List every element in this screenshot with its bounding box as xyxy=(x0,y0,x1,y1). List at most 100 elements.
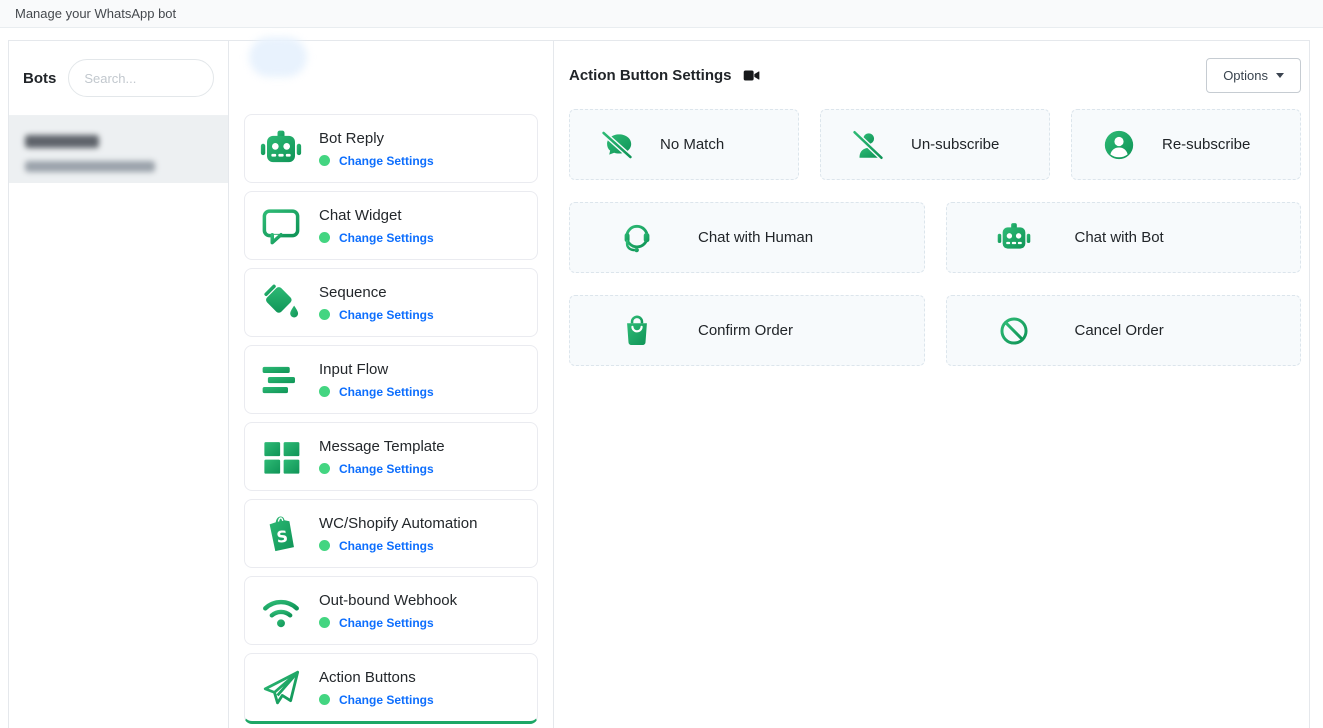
headset-icon xyxy=(620,221,654,255)
bot-phone-redacted xyxy=(25,161,155,172)
action-label: No Match xyxy=(660,136,724,153)
action-card-chat-with-human[interactable]: Chat with Human xyxy=(569,202,925,273)
feature-body: Chat Widget Change Settings xyxy=(319,207,434,245)
feature-column: Bot Reply Change Settings Chat Widget Ch… xyxy=(229,41,554,728)
wifi-icon xyxy=(260,590,302,632)
feature-link-row: Change Settings xyxy=(319,616,457,630)
bot-list-item-selected[interactable] xyxy=(9,116,228,183)
action-card-cancel-order[interactable]: Cancel Order xyxy=(946,295,1302,366)
feature-body: Sequence Change Settings xyxy=(319,284,434,322)
change-settings-link[interactable]: Change Settings xyxy=(339,616,434,630)
main-container: Bots Bot Reply Change Settings xyxy=(8,40,1310,728)
feature-link-row: Change Settings xyxy=(319,308,434,322)
feature-title: Bot Reply xyxy=(319,130,434,147)
feature-title: Out-bound Webhook xyxy=(319,592,457,609)
action-card-chat-with-bot[interactable]: Chat with Bot xyxy=(946,202,1302,273)
feature-link-row: Change Settings xyxy=(319,539,477,553)
change-settings-link[interactable]: Change Settings xyxy=(339,231,434,245)
feature-title: WC/Shopify Automation xyxy=(319,515,477,532)
feature-card-input-flow[interactable]: Input Flow Change Settings xyxy=(244,345,538,414)
sidebar-header: Bots xyxy=(9,41,228,116)
action-label: Un-subscribe xyxy=(911,136,999,153)
change-settings-link[interactable]: Change Settings xyxy=(339,539,434,553)
feature-body: Bot Reply Change Settings xyxy=(319,130,434,168)
feature-body: Out-bound Webhook Change Settings xyxy=(319,592,457,630)
circle-user-icon xyxy=(1102,128,1136,162)
feature-title: Action Buttons xyxy=(319,669,434,686)
blurred-blob xyxy=(249,37,307,77)
paper-plane-icon xyxy=(260,667,302,709)
shopping-bag-icon xyxy=(620,314,654,348)
bars-icon xyxy=(260,359,302,401)
action-row-1: No Match Un-subscribe Re-subscribe xyxy=(569,109,1301,180)
bot-name-redacted xyxy=(25,135,99,148)
feature-card-outbound-webhook[interactable]: Out-bound Webhook Change Settings xyxy=(244,576,538,645)
change-settings-link[interactable]: Change Settings xyxy=(339,693,434,707)
feature-title: Message Template xyxy=(319,438,445,455)
action-label: Chat with Bot xyxy=(1075,229,1164,246)
ban-icon xyxy=(997,314,1031,348)
feature-card-sequence[interactable]: Sequence Change Settings xyxy=(244,268,538,337)
action-card-re-subscribe[interactable]: Re-subscribe xyxy=(1071,109,1301,180)
feature-title: Input Flow xyxy=(319,361,434,378)
status-dot xyxy=(319,309,330,320)
status-dot xyxy=(319,232,330,243)
feature-title: Chat Widget xyxy=(319,207,434,224)
feature-card-shopify-automation[interactable]: S WC/Shopify Automation Change Settings xyxy=(244,499,538,568)
panel-title: Action Button Settings xyxy=(569,67,731,84)
change-settings-link[interactable]: Change Settings xyxy=(339,154,434,168)
action-label: Cancel Order xyxy=(1075,322,1164,339)
options-button-label: Options xyxy=(1223,68,1268,83)
feature-title: Sequence xyxy=(319,284,434,301)
action-row-2: Chat with Human Chat with Bot xyxy=(569,202,1301,273)
feature-body: Input Flow Change Settings xyxy=(319,361,434,399)
change-settings-link[interactable]: Change Settings xyxy=(339,308,434,322)
feature-body: Message Template Change Settings xyxy=(319,438,445,476)
feature-link-row: Change Settings xyxy=(319,154,434,168)
video-camera-icon[interactable] xyxy=(743,68,760,83)
change-settings-link[interactable]: Change Settings xyxy=(339,385,434,399)
feature-body: Action Buttons Change Settings xyxy=(319,669,434,707)
status-dot xyxy=(319,540,330,551)
action-card-no-match[interactable]: No Match xyxy=(569,109,799,180)
feature-link-row: Change Settings xyxy=(319,231,434,245)
shopify-icon: S xyxy=(260,513,302,555)
chat-bubble-icon xyxy=(260,205,302,247)
action-label: Re-subscribe xyxy=(1162,136,1250,153)
status-dot xyxy=(319,617,330,628)
chevron-down-icon xyxy=(1276,73,1284,78)
bot-search-input[interactable] xyxy=(68,59,214,97)
status-dot xyxy=(319,463,330,474)
feature-card-chat-widget[interactable]: Chat Widget Change Settings xyxy=(244,191,538,260)
topbar: Manage your WhatsApp bot xyxy=(0,0,1323,28)
feature-card-bot-reply[interactable]: Bot Reply Change Settings xyxy=(244,114,538,183)
action-button-settings-panel: Action Button Settings Options No Match xyxy=(554,41,1309,728)
fill-drip-icon xyxy=(260,282,302,324)
feature-link-row: Change Settings xyxy=(319,693,434,707)
action-card-confirm-order[interactable]: Confirm Order xyxy=(569,295,925,366)
feature-link-row: Change Settings xyxy=(319,462,445,476)
feature-body: WC/Shopify Automation Change Settings xyxy=(319,515,477,553)
feature-card-message-template[interactable]: Message Template Change Settings xyxy=(244,422,538,491)
panel-header: Action Button Settings Options xyxy=(569,58,1301,93)
status-dot xyxy=(319,386,330,397)
change-settings-link[interactable]: Change Settings xyxy=(339,462,434,476)
bots-sidebar: Bots xyxy=(9,41,229,728)
options-button[interactable]: Options xyxy=(1206,58,1301,93)
comment-slash-icon xyxy=(600,128,634,162)
robot-icon xyxy=(260,128,302,170)
action-label: Confirm Order xyxy=(698,322,793,339)
feature-card-action-buttons[interactable]: Action Buttons Change Settings xyxy=(244,653,538,724)
grid-icon xyxy=(260,436,302,478)
action-row-3: Confirm Order Cancel Order xyxy=(569,295,1301,366)
user-slash-icon xyxy=(851,128,885,162)
action-card-un-subscribe[interactable]: Un-subscribe xyxy=(820,109,1050,180)
status-dot xyxy=(319,155,330,166)
robot-icon xyxy=(997,221,1031,255)
bots-heading: Bots xyxy=(23,70,56,87)
svg-text:S: S xyxy=(276,526,289,546)
page-title: Manage your WhatsApp bot xyxy=(15,6,176,21)
action-label: Chat with Human xyxy=(698,229,813,246)
feature-link-row: Change Settings xyxy=(319,385,434,399)
status-dot xyxy=(319,694,330,705)
